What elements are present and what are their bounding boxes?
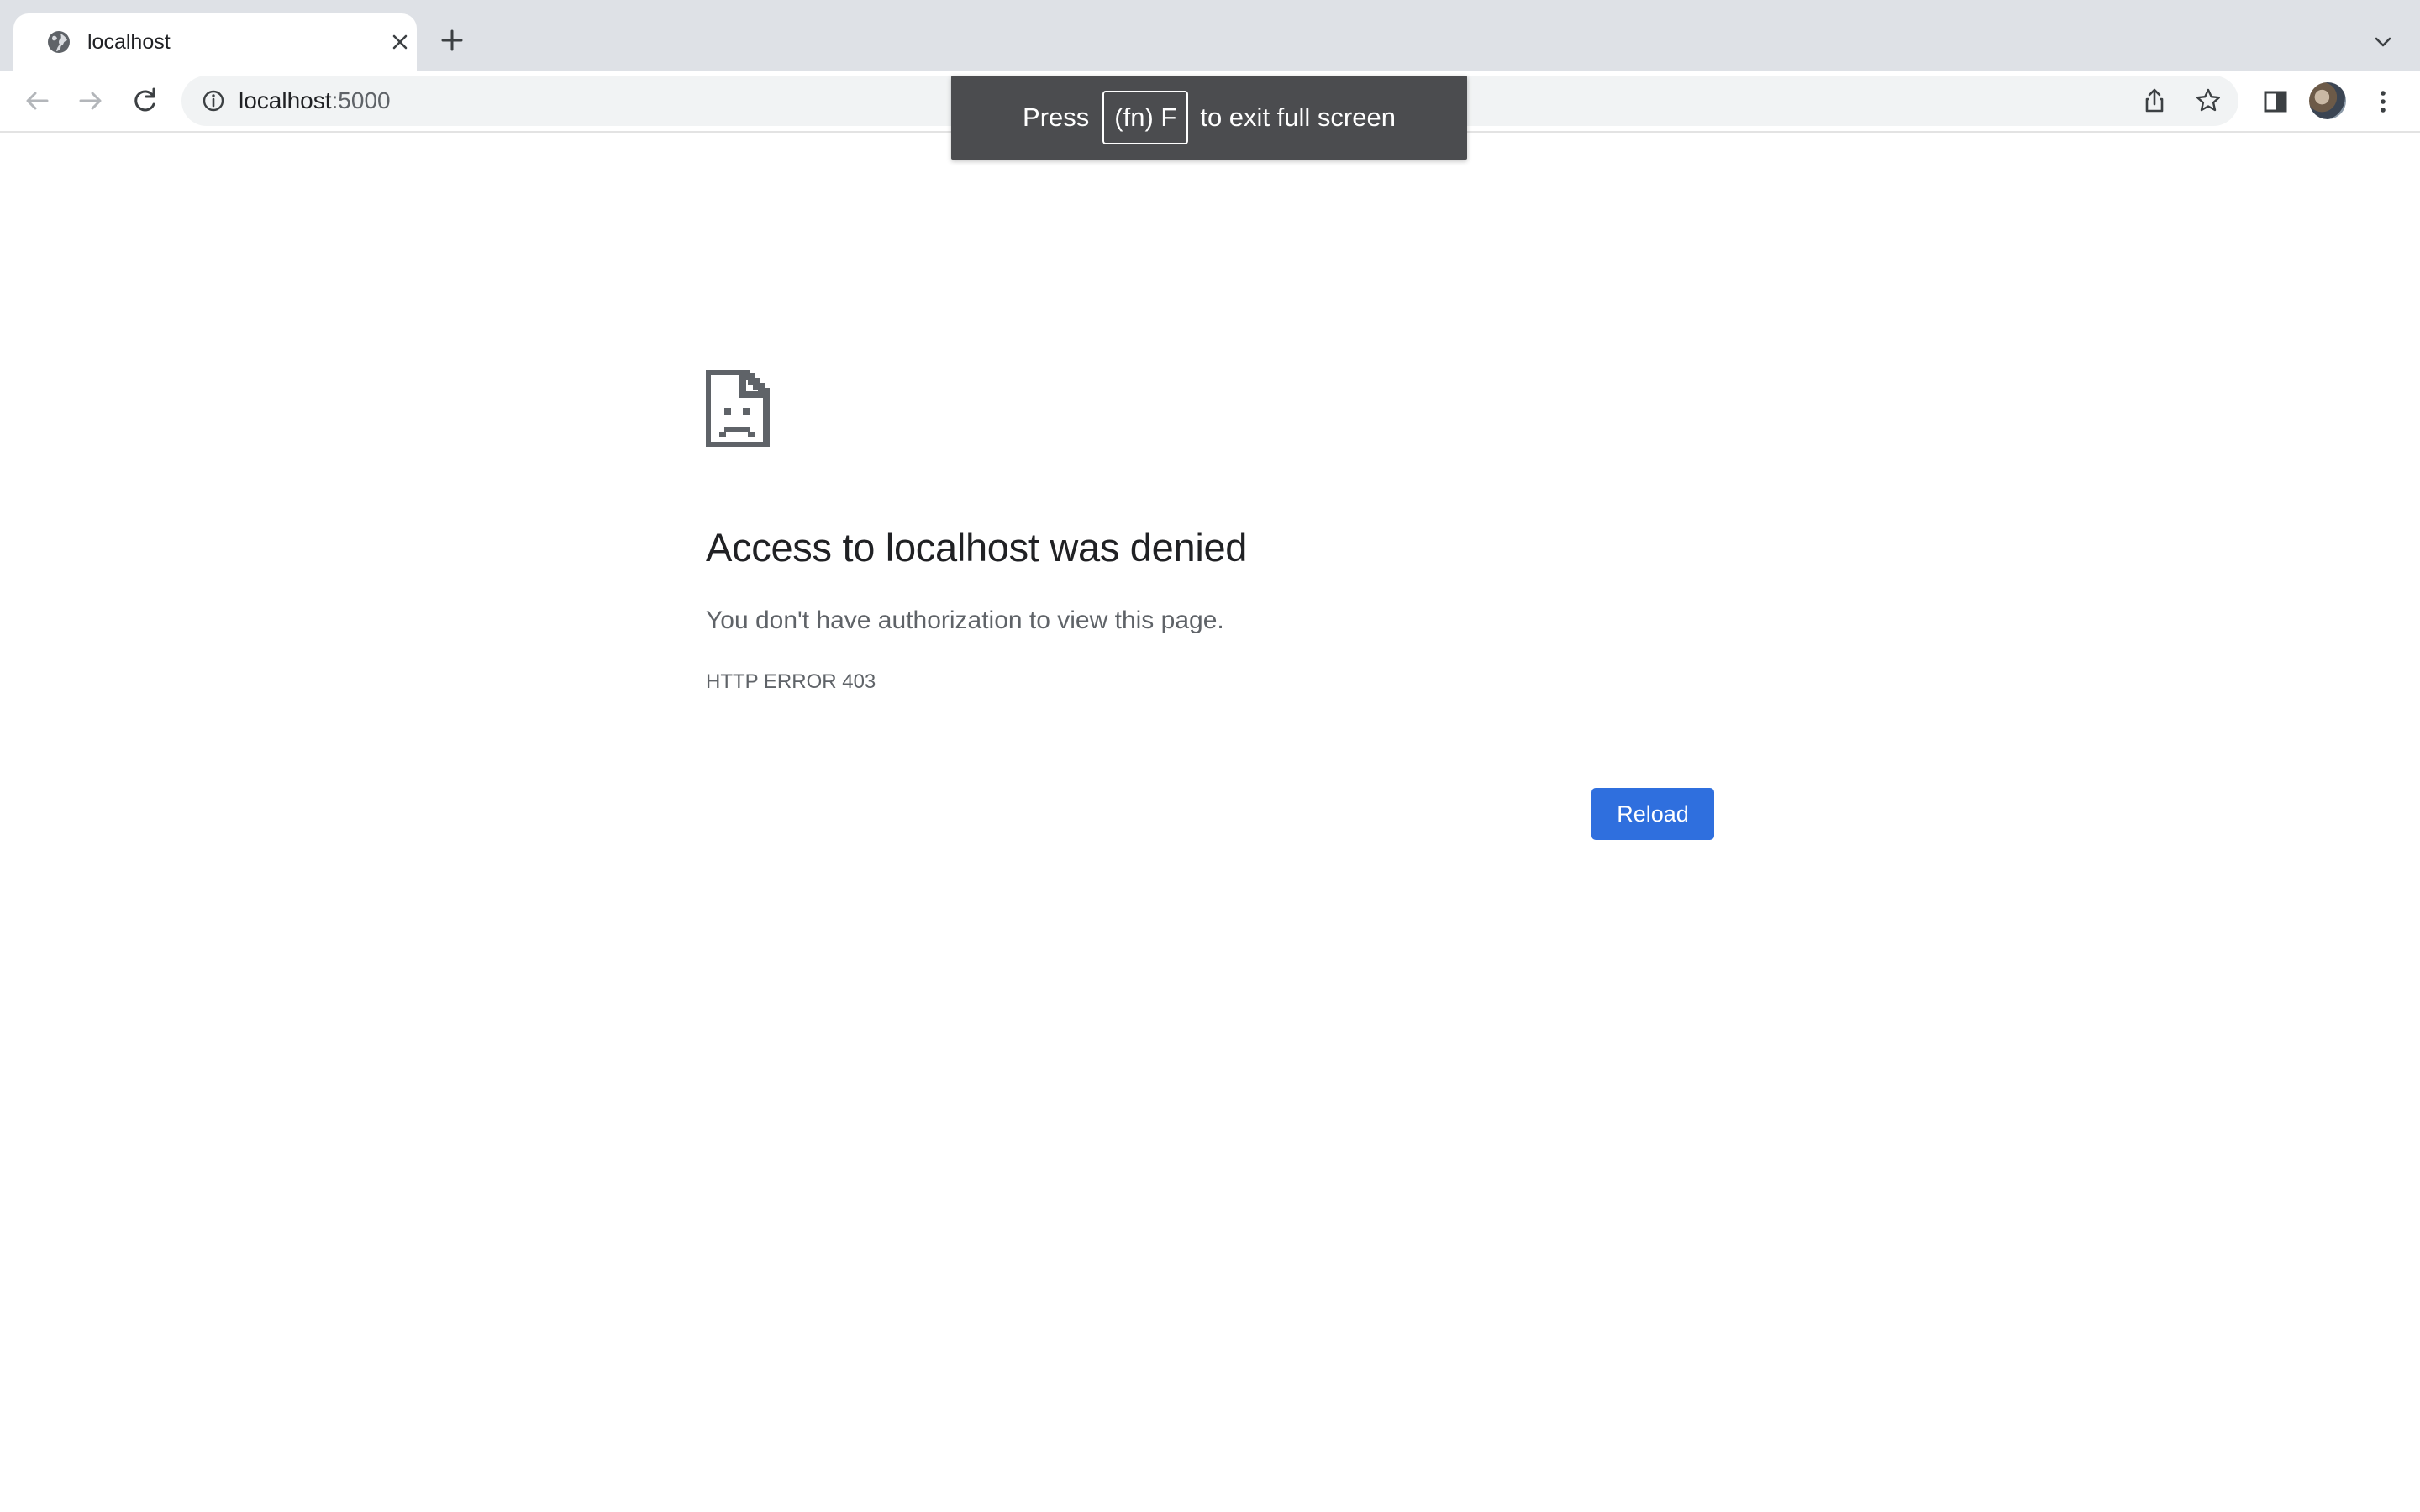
globe-icon [48,31,70,53]
url-port: :5000 [331,87,391,113]
avatar[interactable] [2309,82,2346,119]
reload-button[interactable]: Reload [1591,788,1714,840]
tab-strip: localhost [0,0,2420,71]
sad-document-icon [706,370,770,447]
kebab-menu-icon[interactable] [2366,85,2400,118]
error-message: You don't have authorization to view thi… [706,606,1224,634]
tab-localhost[interactable]: localhost [13,13,417,71]
fullscreen-exit-toast: Press (fn) F to exit full screen [951,76,1467,160]
arrow-right-icon[interactable] [74,84,108,118]
error-code: HTTP ERROR 403 [706,670,876,693]
star-icon[interactable] [2193,86,2223,116]
toast-suffix: to exit full screen [1200,102,1396,132]
plus-icon[interactable] [437,25,467,55]
side-panel-icon[interactable] [2259,85,2292,118]
toast-key: (fn) F [1102,91,1189,144]
share-icon[interactable] [2139,86,2170,116]
reload-icon[interactable] [128,84,161,118]
info-icon[interactable] [200,87,227,114]
tab-title: localhost [87,30,171,54]
arrow-left-icon[interactable] [20,84,54,118]
close-icon[interactable] [388,30,412,54]
chevron-down-icon[interactable] [2370,29,2396,55]
toast-prefix: Press [1023,102,1090,132]
url-host: localhost [239,87,332,113]
url-text[interactable]: localhost:5000 [239,76,391,126]
error-heading: Access to localhost was denied [706,525,1248,570]
